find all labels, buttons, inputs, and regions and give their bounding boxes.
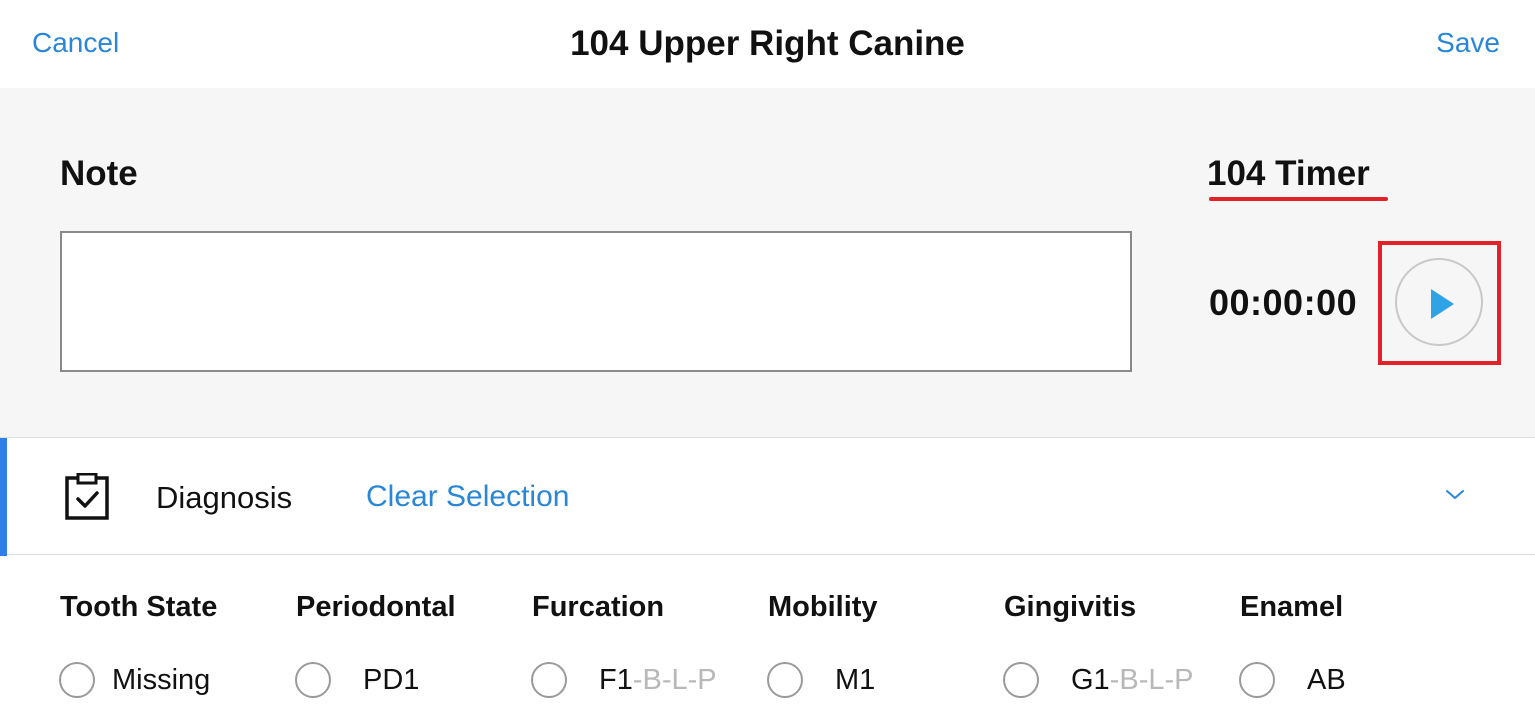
category-enamel: Enamel [1240, 591, 1470, 624]
radio-button[interactable] [1003, 662, 1039, 698]
clipboard-check-icon [65, 473, 109, 520]
category-furcation: Furcation [532, 591, 762, 624]
note-label: Note [60, 154, 138, 193]
radio-button[interactable] [295, 662, 331, 698]
category-title: Mobility [768, 591, 878, 623]
option-label: Missing [112, 664, 211, 696]
category-title: Periodontal [296, 591, 456, 623]
radio-button[interactable] [59, 662, 95, 698]
option-f1[interactable]: F1-B-L-P [531, 662, 741, 698]
page-title: 104 Upper Right Canine [570, 24, 965, 63]
timer-display: 00:00:00 [1209, 282, 1358, 323]
save-button[interactable]: Save [1436, 27, 1500, 59]
diagnosis-section-header[interactable]: Diagnosis Clear Selection [0, 437, 1535, 556]
option-label: PD1 [363, 664, 420, 696]
timer-label: 104 Timer [1207, 154, 1370, 193]
category-title: Gingivitis [1004, 591, 1137, 623]
timer-play-button[interactable] [1395, 258, 1483, 346]
category-periodontal: Periodontal [296, 591, 526, 624]
option-label: M1 [835, 664, 876, 696]
note-timer-panel: Note 104 Timer 00:00:00 [0, 88, 1535, 437]
option-ab[interactable]: AB [1239, 662, 1379, 698]
category-mobility: Mobility [768, 591, 998, 624]
radio-button[interactable] [1239, 662, 1275, 698]
option-missing[interactable]: Missing [59, 662, 239, 698]
note-textarea[interactable] [60, 231, 1132, 372]
category-title: Enamel [1240, 591, 1344, 623]
category-tooth-state: Tooth State [60, 591, 290, 624]
radio-button[interactable] [767, 662, 803, 698]
top-bar: Cancel 104 Upper Right Canine Save [0, 0, 1535, 88]
option-label: F1-B-L-P [599, 664, 717, 696]
option-label: G1-B-L-P [1071, 664, 1194, 696]
option-g1[interactable]: G1-B-L-P [1003, 662, 1213, 698]
chevron-down-icon[interactable] [1444, 488, 1466, 502]
category-title: Tooth State [60, 591, 218, 623]
selection-accent-bar [0, 438, 7, 556]
category-title: Furcation [532, 591, 665, 623]
option-m1[interactable]: M1 [767, 662, 907, 698]
diagnosis-label: Diagnosis [156, 480, 293, 515]
timer-label-underline [1209, 197, 1388, 201]
option-label: AB [1307, 664, 1346, 696]
clear-selection-button[interactable]: Clear Selection [366, 480, 569, 514]
category-gingivitis: Gingivitis [1004, 591, 1234, 624]
radio-button[interactable] [531, 662, 567, 698]
play-icon [1431, 289, 1454, 319]
option-pd1[interactable]: PD1 [295, 662, 435, 698]
